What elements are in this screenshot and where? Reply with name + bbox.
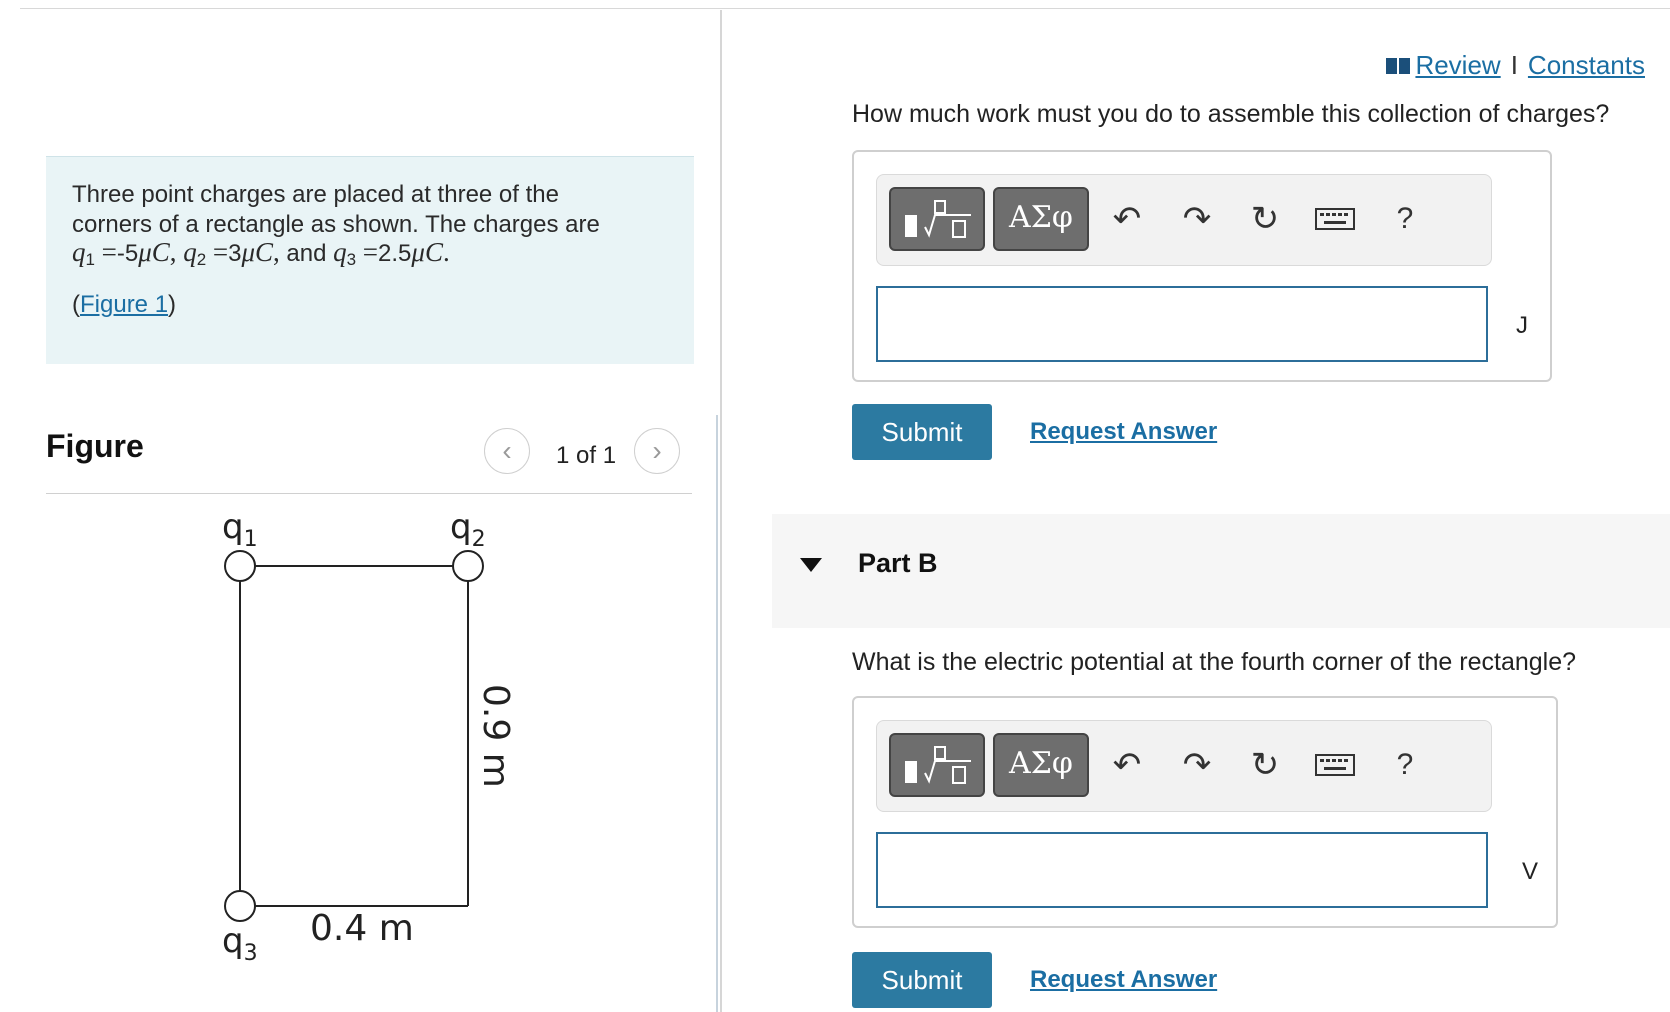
q2-subscript: 2 — [196, 250, 207, 269]
part-a-request-answer-link[interactable]: Request Answer — [1030, 418, 1217, 446]
pager-label: 1 of 1 — [556, 442, 617, 469]
problem-statement: Three point charges are placed at three … — [46, 156, 694, 364]
undo-icon: ↶ — [1112, 200, 1142, 238]
part-b-title: Part B — [858, 548, 938, 578]
figure-reference: (Figure 1) — [72, 291, 176, 319]
reset-icon: ↻ — [1250, 746, 1280, 784]
figure-title: Figure — [46, 428, 144, 464]
q2-unit: μC — [241, 237, 273, 267]
links-separator: I — [1510, 50, 1518, 80]
part-a-undo-button[interactable]: ↶ — [1103, 195, 1151, 243]
height-label: 0.9 m — [475, 684, 516, 788]
part-b-request-answer-link[interactable]: Request Answer — [1030, 966, 1217, 994]
panel-divider — [720, 10, 722, 1012]
paren-open: ( — [72, 291, 80, 318]
part-a-help-button[interactable]: ? — [1381, 195, 1429, 243]
part-a-unit: J — [1516, 312, 1528, 339]
q3-symbol: q — [333, 237, 347, 267]
q1-subscript: 1 — [85, 250, 95, 269]
part-b-header[interactable]: Part B — [772, 514, 1670, 628]
q1-diagram-label: q1 — [222, 510, 258, 552]
fraction-sqrt-icon — [905, 200, 971, 238]
q3-subscript: 3 — [346, 250, 357, 269]
panel-scroll-indicator — [716, 415, 718, 1012]
keyboard-icon — [1315, 754, 1355, 776]
part-b-answer-box: ΑΣφ ↶ ↷ ↻ ? V — [852, 696, 1558, 928]
part-b-templates-button[interactable] — [889, 733, 985, 797]
constants-link[interactable]: Constants — [1528, 50, 1645, 80]
charge-q2-marker — [452, 550, 484, 582]
chevron-left-icon: ‹ — [502, 435, 512, 466]
redo-icon: ↷ — [1182, 746, 1212, 784]
reset-icon: ↻ — [1250, 200, 1280, 238]
next-figure-button[interactable]: › — [634, 428, 680, 474]
part-b-keyboard-button[interactable] — [1311, 741, 1359, 789]
part-b-question: What is the electric potential at the fo… — [852, 648, 1577, 676]
figure-1-link[interactable]: Figure 1 — [80, 291, 168, 318]
redo-icon: ↷ — [1182, 200, 1212, 238]
part-a-reset-button[interactable]: ↻ — [1241, 195, 1289, 243]
paren-close: ) — [168, 291, 177, 318]
q1-symbol: q — [72, 237, 86, 267]
q2-value: 3 — [228, 240, 242, 267]
part-b-submit-button[interactable]: Submit — [852, 952, 992, 1008]
q1-value: -5 — [116, 240, 139, 267]
part-a-redo-button[interactable]: ↷ — [1173, 195, 1221, 243]
part-b-undo-button[interactable]: ↶ — [1103, 741, 1151, 789]
problem-line-1: Three point charges are placed at three … — [72, 181, 559, 208]
charge-q3-marker — [224, 890, 256, 922]
q3-unit: μC — [411, 237, 443, 267]
part-a-submit-button[interactable]: Submit — [852, 404, 992, 460]
undo-icon: ↶ — [1112, 746, 1142, 784]
part-b-math-toolbar: ΑΣφ ↶ ↷ ↻ ? — [876, 720, 1492, 812]
part-b-redo-button[interactable]: ↷ — [1173, 741, 1221, 789]
collapse-triangle-icon — [800, 558, 822, 572]
rectangle-charge-diagram: q1 q2 q3 0.4 m 0.9 m — [222, 510, 516, 966]
part-a-math-toolbar: ΑΣφ ↶ ↷ ↻ ? — [876, 174, 1492, 266]
part-a-answer-box: ΑΣφ ↶ ↷ ↻ ? J — [852, 150, 1552, 382]
q3-diagram-label: q3 — [222, 921, 258, 966]
part-a-keyboard-button[interactable] — [1311, 195, 1359, 243]
part-b-answer-input[interactable] — [876, 832, 1488, 908]
figure-divider — [46, 493, 692, 494]
part-b-reset-button[interactable]: ↻ — [1241, 741, 1289, 789]
figure-pager: ‹ 1 of 1 › — [484, 428, 694, 480]
review-link[interactable]: Review — [1415, 50, 1500, 80]
part-b-help-button[interactable]: ? — [1381, 741, 1429, 789]
part-a-greek-button[interactable]: ΑΣφ — [993, 187, 1089, 251]
keyboard-icon — [1315, 208, 1355, 230]
problem-line-2: corners of a rectangle as shown. The cha… — [72, 211, 600, 238]
prev-figure-button[interactable]: ‹ — [484, 428, 530, 474]
and-text: and — [286, 240, 327, 267]
top-rule — [20, 8, 1670, 9]
part-a-question: How much work must you do to assemble th… — [852, 100, 1610, 128]
part-b-unit: V — [1522, 858, 1539, 885]
part-a-answer-input[interactable] — [876, 286, 1488, 362]
problem-charges: q1 =-5μC, q2 =3μC, and q3 =2.5μC. — [72, 237, 450, 269]
chevron-right-icon: › — [652, 435, 662, 466]
width-label: 0.4 m — [310, 908, 414, 949]
book-icon — [1386, 58, 1411, 74]
resource-links: Review I Constants — [1385, 50, 1645, 81]
q1-unit: μC — [138, 237, 170, 267]
q2-symbol: q — [183, 237, 197, 267]
part-b-greek-button[interactable]: ΑΣφ — [993, 733, 1089, 797]
charge-q1-marker — [224, 550, 256, 582]
q3-value: 2.5 — [378, 240, 412, 267]
q2-diagram-label: q2 — [450, 510, 486, 552]
fraction-sqrt-icon — [905, 746, 971, 784]
part-a-templates-button[interactable] — [889, 187, 985, 251]
